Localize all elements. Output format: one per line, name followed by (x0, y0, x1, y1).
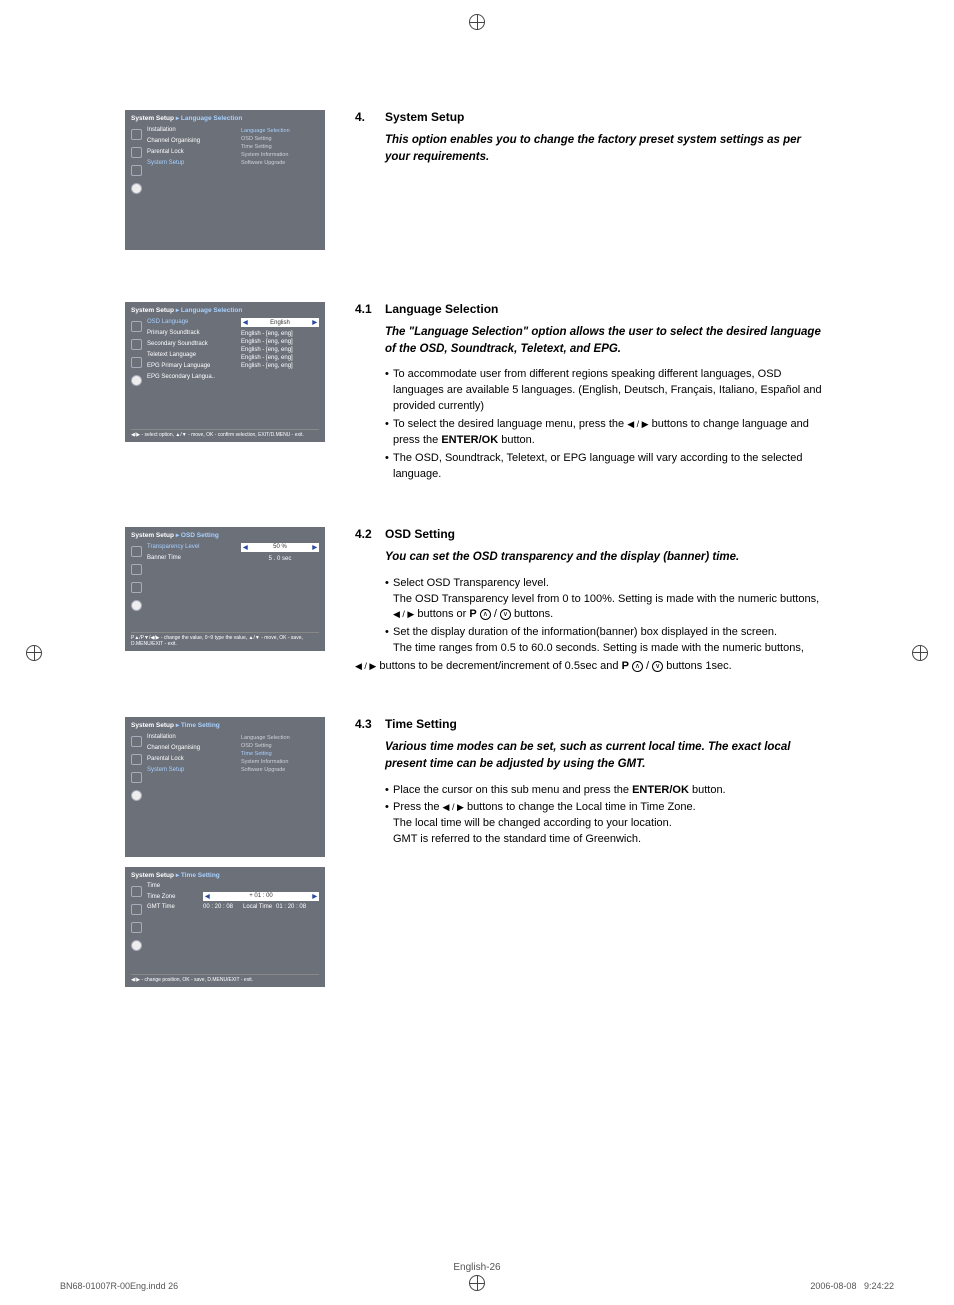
page-footer: English-26 (0, 1262, 954, 1273)
screenshot-system-setup-menu: System Setup ▸ Language Selection Instal… (125, 110, 325, 250)
bullet-item: To accommodate user from different regio… (385, 367, 829, 415)
continuation-line: ◀ / ▶ buttons to be decrement/increment … (355, 659, 829, 675)
section-description: You can set the OSD transparency and the… (385, 549, 829, 566)
bullet-item: Press the ◀ / ▶ buttons to change the Lo… (385, 800, 829, 848)
bullet-list: Place the cursor on this sub menu and pr… (385, 783, 829, 849)
down-circle-icon: ∨ (500, 609, 511, 620)
bullet-list: To accommodate user from different regio… (385, 367, 829, 483)
section-description: Various time modes can be set, such as c… (385, 739, 829, 772)
section-title: Language Selection (385, 302, 498, 316)
print-footer: BN68-01007R-00Eng.indd 26 2006-08-08 9:2… (60, 1281, 894, 1291)
section-description: This option enables you to change the fa… (385, 132, 829, 165)
section-number: 4.1 (355, 302, 385, 316)
section-number: 4.3 (355, 717, 385, 731)
source-file: BN68-01007R-00Eng.indd 26 (60, 1281, 178, 1291)
section-title: System Setup (385, 110, 464, 124)
up-circle-icon: ∧ (480, 609, 491, 620)
section-4: System Setup ▸ Language Selection Instal… (125, 110, 829, 260)
left-right-arrow-icon: ◀ / ▶ (443, 801, 464, 814)
registration-mark-left (26, 645, 42, 661)
left-right-arrow-icon: ◀ / ▶ (355, 660, 376, 673)
section-number: 4.2 (355, 527, 385, 541)
print-date: 2006-08-08 (810, 1281, 856, 1291)
print-time: 9:24:22 (864, 1281, 894, 1291)
section-4-3: System Setup ▸ Time Setting Installation… (125, 717, 829, 997)
bullet-list: Select OSD Transparency level. The OSD T… (385, 576, 829, 658)
bullet-item: To select the desired language menu, pre… (385, 417, 829, 449)
left-right-arrow-icon: ◀ / ▶ (393, 608, 414, 621)
section-description: The "Language Selection" option allows t… (385, 324, 829, 357)
registration-mark-top (469, 14, 485, 30)
registration-mark-right (912, 645, 928, 661)
section-title: OSD Setting (385, 527, 455, 541)
screenshot-time-setting-menu: System Setup ▸ Time Setting Installation… (125, 717, 325, 857)
section-title: Time Setting (385, 717, 457, 731)
bullet-item: Place the cursor on this sub menu and pr… (385, 783, 829, 799)
bullet-item: Set the display duration of the informat… (385, 625, 829, 657)
up-circle-icon: ∧ (632, 661, 643, 672)
left-right-arrow-icon: ◀ / ▶ (627, 418, 648, 431)
section-4-2: System Setup ▸ OSD Setting Transparency … (125, 527, 829, 675)
section-4-1: System Setup ▸ Language Selection OSD La… (125, 302, 829, 485)
bullet-item: Select OSD Transparency level. The OSD T… (385, 576, 829, 624)
page-content: System Setup ▸ Language Selection Instal… (125, 110, 829, 1039)
screenshot-time-setting-values: System Setup ▸ Time Setting Time Time Zo… (125, 867, 325, 987)
screenshot-osd-setting: System Setup ▸ OSD Setting Transparency … (125, 527, 325, 651)
screenshot-language-selection: System Setup ▸ Language Selection OSD La… (125, 302, 325, 442)
bullet-item: The OSD, Soundtrack, Teletext, or EPG la… (385, 451, 829, 483)
down-circle-icon: ∨ (652, 661, 663, 672)
section-number: 4. (355, 110, 385, 124)
